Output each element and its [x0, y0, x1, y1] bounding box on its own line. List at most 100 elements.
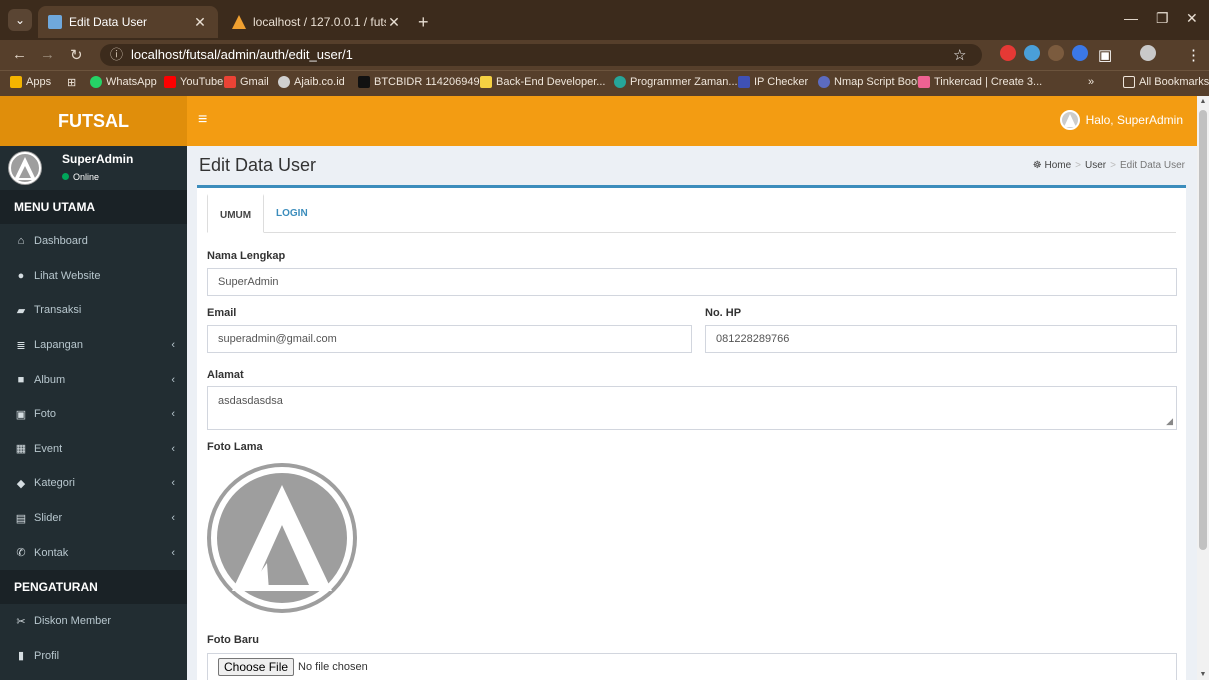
profile-avatar-icon[interactable] [1140, 45, 1156, 61]
no-hp-label: No. HP [705, 307, 742, 319]
page-favicon-icon [48, 15, 62, 29]
bookmark-tinkercad[interactable]: Tinkercad | Create 3... [918, 76, 1042, 88]
browser-tab[interactable]: localhost / 127.0.0.1 / futsal / k ✕ [222, 6, 412, 38]
scrollbar-thumb[interactable] [1199, 110, 1207, 550]
calendar-icon: ▦ [15, 443, 27, 456]
bookmark-programmer[interactable]: Programmer Zaman... [614, 76, 738, 88]
foto-lama-image [207, 463, 357, 613]
sidebar-item-lihat-website[interactable]: ● Lihat Website [0, 259, 187, 294]
extensions-puzzle-icon[interactable]: ▣ [1098, 46, 1112, 64]
close-tab-icon[interactable]: ✕ [192, 14, 208, 31]
ip-icon [738, 76, 750, 88]
phpmyadmin-favicon-icon [232, 15, 246, 29]
close-window-icon[interactable]: ✕ [1186, 10, 1198, 27]
no-hp-field[interactable]: 081228289766 [705, 325, 1177, 353]
extension-icon[interactable] [1048, 45, 1064, 61]
sidebar-item-diskon-member[interactable]: ✂ Diskon Member [0, 604, 187, 639]
tinkercad-icon [918, 76, 930, 88]
resize-handle-icon[interactable]: ◢ [1166, 416, 1173, 427]
online-status: Online [62, 172, 99, 182]
bookmark-backend[interactable]: Back-End Developer... [480, 76, 605, 88]
sidebar-item-transaksi[interactable]: ▰ Transaksi [0, 293, 187, 328]
sidebar-toggle-icon[interactable]: ≡ [198, 111, 207, 129]
restore-icon[interactable]: ❐ [1156, 10, 1169, 27]
breadcrumb-user[interactable]: User [1085, 160, 1106, 171]
apps-grid-icon[interactable]: ⊞ [67, 76, 76, 89]
bookmark-nmap[interactable]: Nmap Script Book [818, 76, 923, 88]
bookmark-whatsapp[interactable]: WhatsApp [90, 76, 157, 88]
site-info-icon[interactable]: ⓘ [110, 47, 123, 62]
all-bookmarks[interactable]: All Bookmarks [1123, 76, 1209, 88]
greeting-text: Halo, SuperAdmin [1085, 113, 1183, 127]
sidebar-item-event[interactable]: ▦ Event ‹ [0, 432, 187, 467]
choose-file-button[interactable]: Choose File [218, 658, 295, 676]
browser-tab-active[interactable]: Edit Data User ✕ [38, 6, 218, 38]
folder-icon [1123, 76, 1135, 88]
reload-icon[interactable]: ↻ [70, 46, 83, 64]
minimize-icon[interactable]: — [1124, 10, 1138, 26]
scroll-up-icon[interactable]: ▲ [1197, 98, 1209, 105]
close-tab-icon[interactable]: ✕ [386, 14, 402, 31]
foto-baru-label: Foto Baru [207, 634, 259, 646]
bookmark-btcbidr[interactable]: BTCBIDR 114206949... [358, 76, 489, 88]
breadcrumb-current: Edit Data User [1119, 160, 1185, 171]
bookmark-youtube[interactable]: YouTube [164, 76, 223, 88]
tab-login[interactable]: LOGIN [264, 194, 320, 233]
url-input[interactable]: ⓘ localhost/futsal/admin/auth/edit_user/1 [100, 44, 982, 66]
dashboard-icon: ☸ [1032, 160, 1042, 171]
scroll-down-icon[interactable]: ▼ [1197, 671, 1209, 678]
foto-baru-file-input[interactable]: Choose File No file chosen [207, 653, 1177, 680]
bookmark-ajaib[interactable]: Ajaib.co.id [278, 76, 345, 88]
bookmark-star-icon[interactable]: ☆ [953, 46, 966, 64]
user-avatar-icon [1059, 110, 1080, 130]
sidebar-item-profil[interactable]: ▮ Profil [0, 639, 187, 674]
email-field[interactable]: superadmin@gmail.com [207, 325, 692, 353]
extension-icon[interactable] [1072, 45, 1088, 61]
bookmark-apps[interactable]: Apps [10, 76, 51, 88]
nama-lengkap-input[interactable]: SuperAdmin [207, 268, 1177, 296]
page-title: Edit Data User [199, 155, 317, 175]
chevron-left-icon: ‹ [171, 477, 175, 490]
gmail-icon [224, 76, 236, 88]
bookmark-gmail[interactable]: Gmail [224, 76, 269, 88]
nama-lengkap-label: Nama Lengkap [207, 250, 286, 262]
brand-logo[interactable]: FUTSAL [0, 96, 187, 146]
alamat-textarea[interactable]: asdasdasdsa ◢ [207, 386, 1177, 430]
breadcrumb: ☸ Home > User > Edit Data User [1033, 160, 1185, 171]
folder-icon: ■ [17, 373, 25, 386]
chevron-left-icon: ‹ [171, 339, 175, 352]
sidebar-item-album[interactable]: ■ Album ‹ [0, 362, 187, 397]
breadcrumb-home[interactable]: Home [1044, 160, 1071, 171]
sidebar-main-menu: ⌂ Dashboard ● Lihat Website ▰ Transaksi ≣ La… [0, 224, 187, 570]
sidebar-item-dashboard[interactable]: ⌂ Dashboard [0, 224, 187, 259]
chevron-left-icon: ‹ [171, 408, 175, 421]
whatsapp-icon [90, 76, 102, 88]
sidebar-item-kontak[interactable]: ✆ Kontak ‹ [0, 535, 187, 570]
page-scrollbar[interactable]: ▲ ▼ [1197, 96, 1209, 680]
sidebar-item-slider[interactable]: ▤ Slider ‹ [0, 501, 187, 536]
extension-icon[interactable] [1000, 45, 1016, 61]
youtube-icon [164, 76, 176, 88]
eye-icon [818, 76, 830, 88]
sidebar-item-foto[interactable]: ▣ Foto ‹ [0, 397, 187, 432]
forward-icon[interactable]: → [40, 46, 55, 63]
new-tab-button[interactable]: + [418, 12, 429, 33]
browser-menu-icon[interactable]: ⋮ [1186, 46, 1201, 64]
user-menu[interactable]: Halo, SuperAdmin [1059, 110, 1183, 130]
breadcrumb-separator: > [1110, 160, 1116, 171]
bookmark-ipchecker[interactable]: IP Checker [738, 76, 808, 88]
more-bookmarks-icon[interactable]: » [1088, 76, 1094, 88]
sidebar-item-kategori[interactable]: ◆ Kategori ‹ [0, 466, 187, 501]
programmer-icon [614, 76, 626, 88]
tab-umum[interactable]: UMUM [207, 194, 265, 233]
browser-tab-bar: ⌄ Edit Data User ✕ localhost / 127.0.0.1… [0, 0, 1209, 40]
tab-search-button[interactable]: ⌄ [8, 9, 32, 31]
address-bar-row: ← → ↻ ⓘ localhost/futsal/admin/auth/edit_… [0, 40, 1209, 70]
back-icon[interactable]: ← [12, 46, 27, 63]
extension-icon[interactable] [1024, 45, 1040, 61]
home-icon: ⌂ [17, 235, 25, 248]
image-icon: ▣ [15, 408, 27, 421]
chevron-left-icon: ‹ [171, 373, 175, 386]
content-header: Edit Data User ☸ Home > User > Edit Data Use… [187, 146, 1197, 184]
sidebar-item-lapangan[interactable]: ≣ Lapangan ‹ [0, 328, 187, 363]
